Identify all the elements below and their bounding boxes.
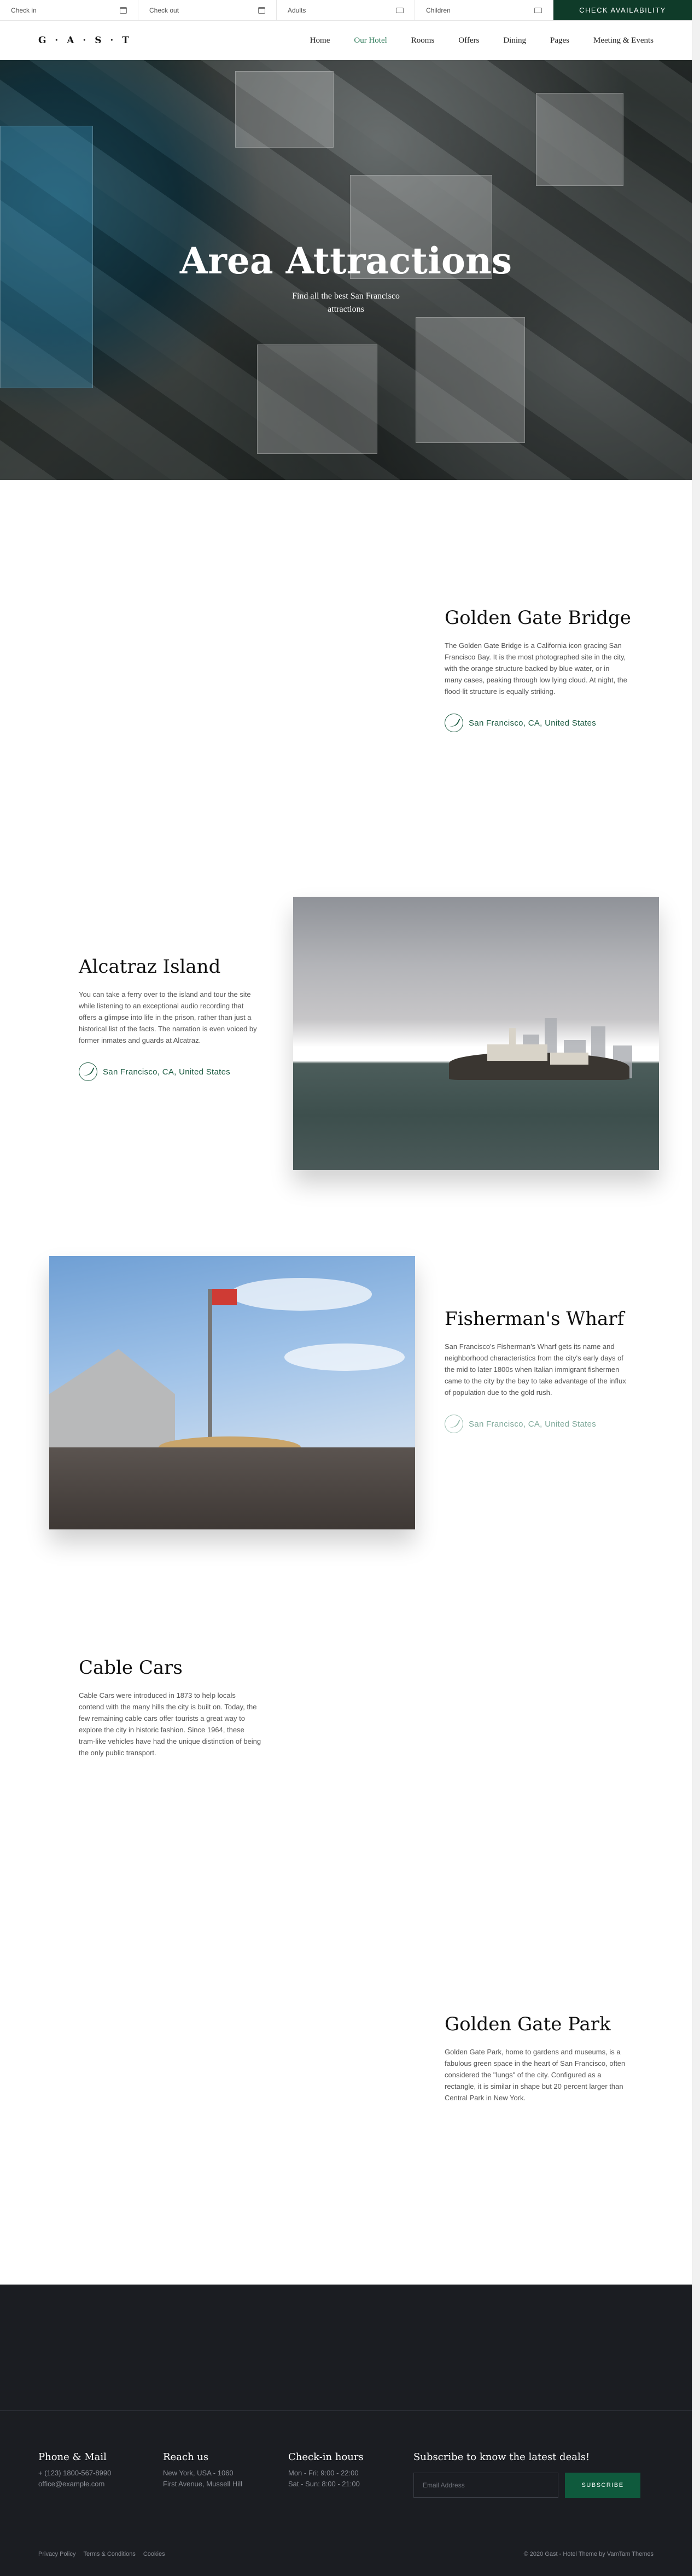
check-availability-button[interactable]: CHECK AVAILABILITY [553,0,692,20]
attraction-title: Fisherman's Wharf [445,1308,625,1330]
nav-item-meeting-events[interactable]: Meeting & Events [593,36,654,45]
nav-menu: Home Our Hotel Rooms Offers Dining Pages… [310,36,654,45]
footer-phone-mail: Phone & Mail + (123) 1800-567-8990 offic… [38,2451,111,2489]
hero-building [416,317,525,443]
hero-building [536,93,623,186]
attraction-location: San Francisco, CA, United States [469,1419,597,1429]
bed-icon [396,7,404,13]
attraction-fishermans-wharf: Fisherman's Wharf San Francisco's Fisher… [445,1308,628,1433]
nav-item-rooms[interactable]: Rooms [411,36,435,45]
subscribe-form: SUBSCRIBE [413,2473,640,2498]
footer-heading: Check-in hours [288,2451,364,2463]
map-pin-icon [445,714,463,732]
fishermans-wharf-photo [49,1256,415,1529]
footer-hours-line: Sat - Sun: 8:00 - 21:00 [288,2480,360,2488]
footer-check-in-hours: Check-in hours Mon - Fri: 9:00 - 22:00 S… [288,2451,364,2489]
nav-item-offers[interactable]: Offers [458,36,479,45]
attraction-location-link[interactable]: San Francisco, CA, United States [79,1062,262,1081]
attraction-description: San Francisco's Fisherman's Wharf gets i… [445,1342,626,1397]
nav-item-dining[interactable]: Dining [503,36,526,45]
calendar-icon [258,7,265,14]
nav-item-our-hotel[interactable]: Our Hotel [354,36,387,45]
hero-subtitle: Find all the best San Francisco attracti… [292,291,400,314]
check-out-label: Check out [149,6,179,14]
attraction-location-link[interactable]: San Francisco, CA, United States [445,1415,628,1433]
attraction-description: The Golden Gate Bridge is a California i… [445,641,627,696]
page: Check in Check out Adults Children CHECK… [0,0,692,2576]
attraction-title: Golden Gate Park [445,2013,611,2035]
attraction-title: Alcatraz Island [79,956,221,978]
hero-banner: Area Attractions Find all the best San F… [0,60,692,480]
footer-divider [0,2410,692,2411]
footer-bottom-bar: Privacy Policy Terms & Conditions Cookie… [38,2551,654,2557]
prison-building [487,1044,547,1061]
attraction-location-link[interactable]: San Francisco, CA, United States [445,714,631,732]
check-in-field[interactable]: Check in [0,0,138,20]
attraction-golden-gate-bridge: Golden Gate Bridge The Golden Gate Bridg… [445,607,631,732]
prison-building [550,1053,588,1065]
cloud [230,1278,372,1311]
booking-bar: Check in Check out Adults Children CHECK… [0,0,692,21]
children-field[interactable]: Children [415,0,553,20]
map-pin-icon [445,1415,463,1433]
nav-item-pages[interactable]: Pages [550,36,569,45]
map-pin-icon [79,1062,97,1081]
footer-address-line: New York, USA - 1060 [163,2469,234,2477]
check-out-field[interactable]: Check out [138,0,277,20]
attraction-golden-gate-park: Golden Gate Park Golden Gate Park, home … [445,2013,628,2104]
wharf-deck [49,1447,415,1529]
footer-link-cookies[interactable]: Cookies [143,2551,165,2557]
calendar-icon [120,7,127,14]
footer-heading: Phone & Mail [38,2451,107,2463]
logo[interactable]: G · A · S · T [38,35,132,46]
attraction-title: Cable Cars [79,1657,183,1679]
newsletter-heading: Subscribe to know the latest deals! [413,2451,590,2463]
hero-title: Area Attractions [179,240,512,282]
check-in-label: Check in [11,6,37,14]
hero-building [257,344,377,454]
main-navbar: G · A · S · T Home Our Hotel Rooms Offer… [0,21,692,60]
footer-phone[interactable]: + (123) 1800-567-8990 [38,2468,111,2478]
attraction-description: Golden Gate Park, home to gardens and mu… [445,2048,626,2102]
attraction-location: San Francisco, CA, United States [103,1067,231,1077]
alcatraz-photo [293,897,659,1170]
adults-field[interactable]: Adults [277,0,415,20]
attraction-cable-cars: Cable Cars Cable Cars were introduced in… [79,1657,262,1759]
children-label: Children [426,6,451,14]
footer [0,2285,692,2576]
footer-address-line: First Avenue, Mussell Hill [163,2480,242,2488]
flag [212,1289,237,1305]
lighthouse [509,1028,516,1047]
hero-building [235,71,334,148]
footer-heading: Reach us [163,2451,209,2463]
attraction-alcatraz-island: Alcatraz Island You can take a ferry ove… [79,956,262,1081]
copyright: © 2020 Gast - Hotel Theme by VamTam Them… [523,2551,654,2557]
hero-text: Area Attractions Find all the best San F… [0,240,692,316]
footer-hours-line: Mon - Fri: 9:00 - 22:00 [288,2469,359,2477]
page-scrollbar[interactable] [692,0,700,2576]
bed-icon [534,7,542,13]
cloud [284,1344,405,1371]
attraction-description: Cable Cars were introduced in 1873 to he… [79,1691,261,1757]
footer-link-terms[interactable]: Terms & Conditions [83,2551,135,2557]
footer-newsletter: Subscribe to know the latest deals! SUBS… [413,2451,640,2498]
adults-label: Adults [288,6,306,14]
footer-link-privacy-policy[interactable]: Privacy Policy [38,2551,75,2557]
footer-email[interactable]: office@example.com [38,2479,111,2489]
attraction-title: Golden Gate Bridge [445,607,631,629]
newsletter-email-input[interactable] [413,2473,558,2498]
subscribe-button[interactable]: SUBSCRIBE [565,2473,640,2498]
nav-item-home[interactable]: Home [310,36,330,45]
attraction-description: You can take a ferry over to the island … [79,990,257,1044]
footer-links: Privacy Policy Terms & Conditions Cookie… [38,2551,165,2557]
footer-reach-us: Reach us New York, USA - 1060 First Aven… [163,2451,242,2489]
attraction-location: San Francisco, CA, United States [469,718,597,728]
